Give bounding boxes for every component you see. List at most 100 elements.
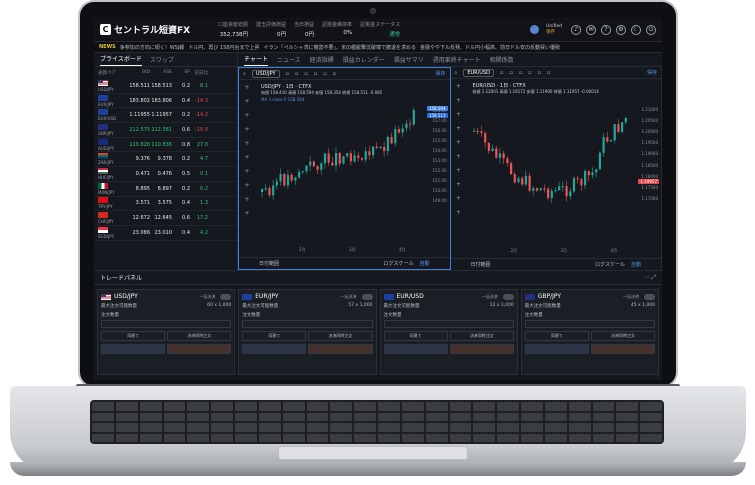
bid-price[interactable]: 23.086	[128, 230, 151, 236]
bulk-close-toggle[interactable]	[644, 293, 655, 300]
tab-chart-3[interactable]: 損益カレンダー	[343, 55, 385, 64]
rate-row[interactable]: USD/JPY 158.511 158.513 0.2 8.1	[94, 79, 237, 94]
trendline-icon[interactable]: +	[454, 97, 464, 104]
brand-logo[interactable]: C セントラル短資FX	[100, 23, 218, 36]
tab-chart-0[interactable]: チャート	[244, 54, 268, 66]
tab-chart-1[interactable]: ニュース	[277, 55, 301, 64]
bulk-close-toggle[interactable]	[361, 293, 373, 300]
rate-row[interactable]: MXN/JPY 8.895 8.897 0.2 0.2	[94, 182, 237, 197]
tab-chart-4[interactable]: 損益サマリ	[394, 55, 424, 64]
ask-price[interactable]: 183.806	[150, 98, 172, 104]
log-scale-toggle[interactable]: ログスケール	[595, 261, 625, 268]
hedge-toggle[interactable]: 両建て	[242, 331, 307, 341]
candlestick-chart[interactable]	[469, 101, 634, 221]
save-button[interactable]: 保存	[647, 69, 657, 76]
candle-icon[interactable]: ▫	[295, 71, 298, 77]
bid-price[interactable]: 212.575	[128, 127, 150, 133]
rate-row[interactable]: SGD/JPY 23.086 23.010 0.4 4.2	[94, 226, 237, 241]
undo-icon[interactable]: ▫	[323, 71, 326, 77]
close-order-toggle[interactable]: 決済同時注文	[449, 331, 514, 341]
buy-button[interactable]	[590, 344, 655, 354]
rate-row[interactable]: AUD/JPY 110.828 110.836 0.8 27.0	[94, 138, 237, 153]
rate-row[interactable]: CHF/JPY 12.672 12.645 0.6 17.2	[94, 211, 237, 226]
smile-icon[interactable]: +	[242, 154, 252, 161]
magnet-icon[interactable]: +	[454, 181, 464, 188]
bid-price[interactable]: 3.571	[128, 200, 150, 206]
compare-icon[interactable]: ▫	[528, 70, 531, 76]
ask-price[interactable]: 3.575	[150, 200, 172, 206]
more-icon[interactable]: ⋯ ⤢	[643, 274, 656, 282]
ask-price[interactable]: 8.897	[150, 186, 172, 192]
tab-chart-2[interactable]: 経済指標	[310, 55, 334, 64]
save-button[interactable]: 保存	[435, 70, 445, 77]
ruler-icon[interactable]: +	[454, 167, 464, 174]
bid-price[interactable]: 1.11955	[128, 112, 150, 118]
ask-price[interactable]: 158.513	[150, 83, 172, 89]
avatar[interactable]	[530, 25, 540, 34]
sell-button[interactable]	[242, 344, 307, 354]
brush-icon[interactable]: +	[242, 126, 252, 133]
qty-input[interactable]	[242, 320, 373, 328]
candlestick-chart[interactable]	[257, 102, 422, 222]
sell-button[interactable]	[101, 344, 166, 354]
symbol-selector[interactable]: EUR/USD	[463, 68, 494, 77]
auto-scale-toggle[interactable]: 自動	[631, 261, 641, 268]
close-order-toggle[interactable]: 決済同時注文	[590, 331, 655, 341]
hedge-toggle[interactable]: 両建て	[101, 331, 166, 341]
rate-row[interactable]: GBP/JPY 212.575 212.581 0.6 -15.0	[94, 123, 237, 138]
ask-price[interactable]: 110.836	[150, 142, 172, 148]
news-item[interactable]: 金融やや下ル反発、ドル円小幅高、前日ドル安の反動買い優勢	[420, 44, 560, 51]
bid-price[interactable]: 12.672	[128, 215, 151, 221]
sell-button[interactable]	[383, 344, 448, 354]
news-ticker[interactable]: NEWS 争参加の方向に傾く！WSJ報 ドル円、再び 158円台まで上昇 イラン…	[94, 42, 662, 53]
candle-icon[interactable]: ▫	[509, 70, 512, 76]
bulk-close-toggle[interactable]	[502, 293, 514, 300]
bid-price[interactable]: 110.828	[128, 142, 150, 148]
timeframe-icon[interactable]: ▫	[286, 71, 289, 77]
bid-price[interactable]: 0.471	[128, 171, 150, 177]
ask-price[interactable]: 23.010	[150, 230, 173, 236]
hedge-toggle[interactable]: 両建て	[524, 331, 589, 341]
symbol-selector[interactable]: USD/JPY	[251, 69, 280, 78]
chart-panel[interactable]: ⌕ EUR/USD ▫ ▫ ▫ ▫ ▫ ▫ 保存 + + + + + + + + + + EUR/USD · 1日 ·…	[450, 67, 662, 270]
search-icon[interactable]: ⌕	[243, 71, 246, 77]
rate-row[interactable]: HUF/JPY 0.471 0.476 0.5 0.1	[94, 167, 237, 182]
magnet-icon[interactable]: +	[242, 182, 252, 189]
chart-panel[interactable]: ⌕ USD/JPY ▫ ▫ ▫ ▫ ▫ ▫ 保存 + + + + + + + + + + USD/JPY · 1日 ·…	[238, 67, 451, 270]
sell-button[interactable]	[524, 344, 589, 354]
redo-icon[interactable]: ▫	[547, 70, 550, 76]
bid-price[interactable]: 158.511	[128, 83, 150, 89]
text-icon[interactable]: +	[454, 139, 464, 146]
search-icon[interactable]: ⌕	[455, 70, 458, 76]
indicator-icon[interactable]: ▫	[304, 71, 307, 77]
moon-icon[interactable]: ☾	[631, 24, 641, 35]
logout-icon[interactable]: ⏻	[646, 24, 656, 35]
rate-row[interactable]: TRY/JPY 3.571 3.575 0.4 1.3	[94, 197, 237, 212]
compare-icon[interactable]: ▫	[314, 71, 317, 77]
text-icon[interactable]: +	[242, 140, 252, 147]
tab-chart-5[interactable]: 週用果終チャート	[433, 55, 481, 64]
news-item[interactable]: ドル円、再び 158円台まで上昇	[188, 44, 259, 51]
trendline-icon[interactable]: +	[242, 98, 252, 105]
bid-price[interactable]: 9.376	[128, 156, 150, 162]
mail-icon[interactable]: ✉	[586, 24, 596, 35]
redo-icon[interactable]: ▫	[333, 71, 336, 77]
undo-icon[interactable]: ▫	[538, 70, 541, 76]
news-item[interactable]: 争参加の方向に傾く！WSJ報	[120, 44, 185, 51]
fib-icon[interactable]: +	[454, 111, 464, 118]
qty-input[interactable]	[383, 320, 514, 328]
smile-icon[interactable]: +	[454, 153, 464, 160]
gear-icon[interactable]: ⚙	[616, 24, 626, 35]
crosshair-icon[interactable]: +	[242, 84, 252, 91]
rate-row[interactable]: EUR/JPY 183.802 183.806 0.4 -14.3	[94, 94, 237, 109]
rate-row[interactable]: EUR/USD 1.11955 1.11957 0.2 -14.2	[94, 108, 237, 124]
trash-icon[interactable]: +	[454, 209, 464, 216]
ask-price[interactable]: 0.476	[150, 171, 172, 177]
trade-pair[interactable]: EUR/USD	[397, 293, 424, 300]
qty-input[interactable]	[524, 320, 655, 328]
date-range-button[interactable]: 日付範囲	[259, 260, 279, 267]
bulk-close-toggle[interactable]	[220, 293, 232, 300]
timeframe-icon[interactable]: ▫	[500, 70, 503, 76]
ask-price[interactable]: 12.645	[150, 215, 173, 221]
ask-price[interactable]: 212.581	[150, 127, 172, 133]
